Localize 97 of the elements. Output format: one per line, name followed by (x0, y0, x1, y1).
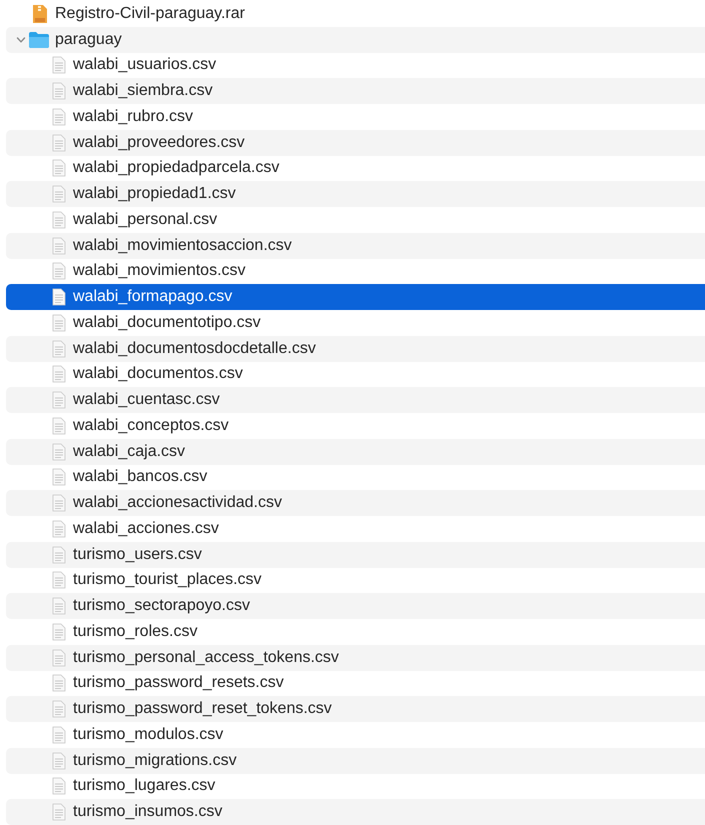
file-name: walabi_documentos.csv (73, 365, 243, 384)
file-row[interactable]: walabi_cuentasc.csv (6, 387, 705, 413)
file-row[interactable]: walabi_accionesactividad.csv (6, 490, 705, 516)
file-name: walabi_bancos.csv (73, 468, 208, 486)
chevron-icon[interactable] (16, 34, 26, 45)
file-row[interactable]: turismo_tourist_places.csv (6, 568, 705, 594)
document-icon (52, 546, 66, 564)
document-icon (52, 622, 66, 641)
file-name: turismo_password_resets.csv (73, 674, 284, 692)
document-icon (52, 494, 66, 512)
file-row[interactable]: walabi_acciones.csv (6, 516, 705, 542)
document-icon (52, 82, 66, 100)
file-name: walabi_siembra.csv (73, 82, 213, 100)
file-row[interactable]: walabi_conceptos.csv (6, 413, 705, 439)
file-row[interactable]: walabi_movimientos.csv (6, 258, 705, 284)
file-row[interactable]: turismo_password_reset_tokens.csv (6, 696, 705, 722)
file-name: walabi_acciones.csv (73, 520, 219, 538)
document-icon (52, 442, 66, 461)
file-row[interactable]: walabi_proveedores.csv (6, 130, 705, 156)
file-row[interactable]: turismo_users.csv (6, 542, 705, 568)
document-icon (52, 134, 66, 152)
document-icon (52, 365, 66, 384)
file-row[interactable]: walabi_formapago.csv (6, 284, 705, 310)
file-name: Registro-Civil-paraguay.rar (55, 4, 245, 23)
document-icon (52, 726, 66, 744)
file-row[interactable]: walabi_bancos.csv (6, 464, 705, 490)
document-icon (52, 416, 66, 435)
file-row[interactable]: turismo_personal_access_tokens.csv (6, 644, 705, 670)
document-icon (52, 185, 66, 204)
file-row[interactable]: turismo_insumos.csv (6, 799, 705, 825)
file-name: turismo_tourist_places.csv (73, 571, 262, 590)
file-row[interactable]: turismo_migrations.csv (6, 748, 705, 774)
file-name: turismo_password_reset_tokens.csv (73, 700, 332, 718)
document-icon (52, 159, 66, 178)
document-icon (52, 56, 66, 74)
file-row[interactable]: Registro-Civil-paraguay.rar (6, 1, 705, 27)
document-icon (52, 571, 66, 590)
document-icon (52, 340, 66, 358)
file-row[interactable]: walabi_propiedadparcela.csv (6, 156, 705, 182)
document-icon (52, 262, 66, 280)
file-row[interactable]: walabi_documentos.csv (6, 362, 705, 388)
document-icon (52, 700, 66, 718)
file-row[interactable]: walabi_rubro.csv (6, 104, 705, 130)
file-row[interactable]: walabi_caja.csv (6, 438, 705, 464)
document-icon (52, 597, 66, 616)
file-row[interactable]: walabi_usuarios.csv (6, 52, 705, 78)
file-row[interactable]: walabi_siembra.csv (6, 78, 705, 104)
document-icon (52, 520, 66, 538)
document-icon (52, 468, 66, 486)
document-icon (52, 391, 66, 410)
file-name: paraguay (55, 30, 122, 49)
file-row[interactable]: turismo_sectorapoyo.csv (6, 593, 705, 619)
file-name: turismo_users.csv (73, 546, 202, 564)
file-name: walabi_proveedores.csv (73, 134, 245, 152)
file-name: turismo_personal_access_tokens.csv (73, 648, 339, 667)
file-name: walabi_accionesactividad.csv (73, 494, 282, 512)
document-icon (52, 108, 66, 126)
file-row[interactable]: turismo_roles.csv (6, 619, 705, 645)
file-name: walabi_cuentasc.csv (73, 391, 220, 410)
document-icon (52, 752, 66, 770)
file-name: walabi_usuarios.csv (73, 56, 216, 74)
file-row[interactable]: walabi_movimientosaccion.csv (6, 232, 705, 258)
file-row[interactable]: walabi_personal.csv (6, 207, 705, 233)
document-icon (52, 288, 66, 306)
file-name: walabi_propiedad1.csv (73, 185, 236, 204)
file-row[interactable]: turismo_password_resets.csv (6, 670, 705, 696)
file-name: walabi_propiedadparcela.csv (73, 159, 280, 178)
file-name: walabi_documentotipo.csv (73, 314, 261, 332)
file-name: turismo_roles.csv (73, 622, 198, 641)
file-name: turismo_insumos.csv (73, 803, 222, 822)
document-icon (52, 777, 66, 796)
file-name: walabi_movimientosaccion.csv (73, 236, 292, 255)
folder-icon (28, 30, 50, 49)
document-icon (52, 803, 66, 822)
document-icon (52, 314, 66, 332)
document-icon (52, 674, 66, 692)
file-name: walabi_caja.csv (73, 442, 186, 461)
file-row[interactable]: paraguay (6, 26, 705, 52)
file-name: walabi_conceptos.csv (73, 416, 229, 435)
file-name: walabi_documentosdocdetalle.csv (73, 340, 316, 358)
document-icon (52, 236, 66, 255)
file-row[interactable]: walabi_propiedad1.csv (6, 181, 705, 207)
document-icon (52, 648, 66, 667)
file-name: walabi_personal.csv (73, 210, 218, 229)
file-name: turismo_sectorapoyo.csv (73, 597, 250, 616)
file-name: walabi_formapago.csv (73, 288, 232, 306)
file-name: walabi_rubro.csv (73, 108, 194, 126)
file-row[interactable]: walabi_documentotipo.csv (6, 310, 705, 336)
archive-icon (32, 4, 48, 24)
document-icon (52, 210, 66, 229)
file-name: walabi_movimientos.csv (73, 262, 246, 280)
file-name: turismo_modulos.csv (73, 726, 224, 744)
file-name: turismo_migrations.csv (73, 752, 237, 770)
file-name: turismo_lugares.csv (73, 777, 216, 796)
file-row[interactable]: walabi_documentosdocdetalle.csv (6, 336, 705, 362)
file-row[interactable]: turismo_modulos.csv (6, 722, 705, 748)
file-row[interactable]: turismo_lugares.csv (6, 774, 705, 800)
